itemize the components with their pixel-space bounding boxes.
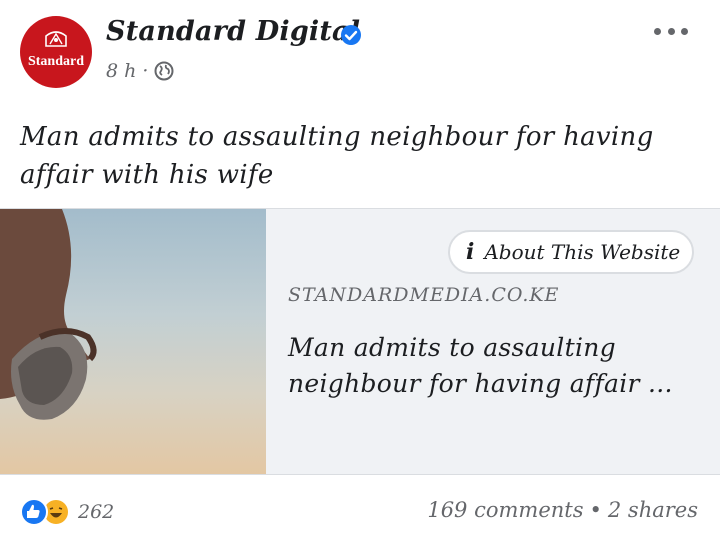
link-thumbnail — [0, 209, 266, 474]
verified-badge-icon — [341, 25, 361, 45]
page-avatar[interactable]: Standard — [20, 16, 92, 88]
reaction-count: 262 — [78, 501, 115, 523]
reactions-summary[interactable]: 262 — [20, 498, 114, 526]
globe-icon[interactable] — [154, 61, 174, 81]
comments-count-link[interactable]: 169 comments — [427, 498, 583, 522]
post-text: Man admits to assaulting neighbour for h… — [20, 122, 654, 190]
link-domain: STANDARDMEDIA.CO.KE — [288, 284, 560, 306]
meta-separator: · — [142, 60, 149, 82]
crest-icon — [45, 31, 67, 47]
post-time[interactable]: 8 h — [106, 60, 136, 82]
link-title[interactable]: Man admits to assaulting neighbour for h… — [288, 330, 708, 402]
post-meta: 8 h · — [106, 60, 174, 82]
info-icon: i — [466, 239, 475, 265]
engagement-stats: 169 comments • 2 shares — [427, 498, 698, 522]
avatar-label: Standard — [27, 54, 85, 69]
page-name-link[interactable]: Standard Digital — [106, 16, 360, 47]
fist-with-rock-image — [0, 209, 97, 420]
shares-count-link[interactable]: 2 shares — [608, 498, 698, 522]
like-reaction-icon — [20, 498, 48, 526]
about-label: About This Website — [484, 240, 681, 264]
stats-separator: • — [589, 498, 602, 522]
about-this-website-button[interactable]: i About This Website — [448, 230, 694, 274]
more-options-icon[interactable] — [654, 26, 688, 36]
